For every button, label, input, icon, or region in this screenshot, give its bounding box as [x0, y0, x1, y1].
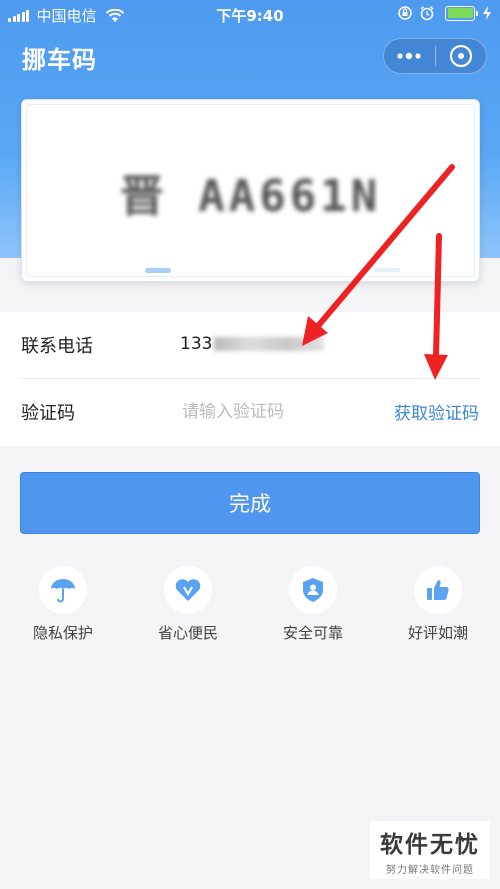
page-title: 挪车码	[22, 46, 97, 74]
plate-card: 晋 AA661N	[21, 99, 480, 282]
battery-icon	[445, 5, 478, 21]
status-bar: 中国电信 下午9:40	[0, 0, 500, 28]
done-button[interactable]: 完成	[20, 472, 480, 534]
feature-label: 安全可靠	[282, 624, 343, 642]
shield-user-icon	[303, 578, 323, 602]
feature-label: 好评如潮	[407, 624, 468, 642]
watermark-title: 软件无忧	[380, 832, 480, 858]
heart-v-icon	[175, 579, 201, 601]
feature-privacy: 隐私保护	[13, 566, 113, 643]
feature-label: 隐私保护	[32, 624, 93, 642]
phone-value-masked	[214, 337, 325, 351]
status-right	[391, 5, 492, 21]
alarm-icon	[420, 6, 434, 21]
feature-label: 省心便民	[157, 624, 218, 642]
watermark: 软件无忧 努力解决软件问题	[370, 821, 490, 879]
plate-number: 晋 AA661N	[119, 171, 382, 222]
phone-row: 联系电话 133	[0, 312, 500, 379]
phone-value-prefix: 133	[180, 334, 213, 354]
phone-label: 联系电话	[21, 336, 93, 357]
feature-reviews: 好评如潮	[388, 566, 488, 643]
feature-icon-circle	[414, 566, 462, 614]
code-row: 验证码 获取验证码	[0, 379, 500, 445]
phone-value: 133	[180, 334, 325, 354]
carousel-indicator-active	[145, 268, 171, 273]
feature-security: 安全可靠	[263, 566, 363, 643]
verification-code-input[interactable]	[182, 397, 372, 427]
umbrella-icon	[51, 579, 75, 603]
feature-icon-circle	[164, 566, 212, 614]
more-button[interactable]	[384, 38, 435, 74]
more-dots-icon	[397, 52, 421, 60]
feature-convenience: 省心便民	[138, 566, 238, 643]
rotation-lock-icon	[398, 6, 412, 20]
contact-form: 联系电话 133 验证码 获取验证码	[0, 312, 500, 446]
features-row: 隐私保护 省心便民 安全可靠 好评如潮	[0, 566, 500, 646]
carousel-indicator	[374, 268, 400, 272]
close-circle-icon	[449, 44, 472, 68]
code-label: 验证码	[21, 403, 75, 424]
thumbs-up-icon	[427, 580, 449, 600]
feature-icon-circle	[39, 566, 87, 614]
close-button[interactable]	[435, 38, 486, 74]
watermark-subtitle: 努力解决软件问题	[386, 865, 474, 876]
feature-icon-circle	[289, 566, 337, 614]
miniprogram-capsule	[383, 38, 487, 74]
charging-icon	[483, 6, 491, 20]
get-code-button[interactable]: 获取验证码	[394, 399, 479, 424]
